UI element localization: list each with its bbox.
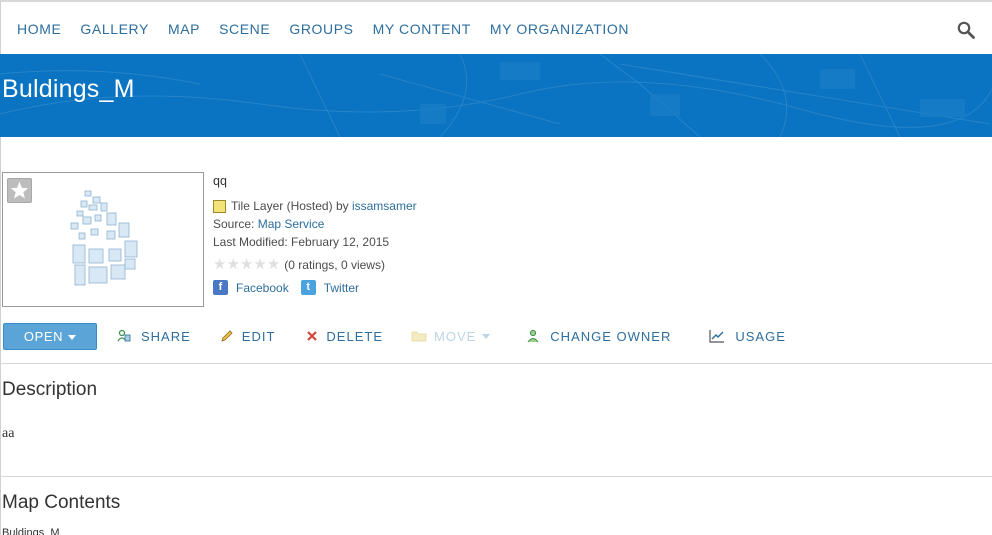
share-button[interactable]: SHARE — [117, 329, 191, 344]
nav-map[interactable]: MAP — [168, 21, 200, 37]
rating-star-icon[interactable]: ★ — [267, 257, 280, 272]
delete-button[interactable]: DELETE — [305, 329, 383, 344]
move-label: MOVE — [434, 328, 477, 344]
facebook-icon: f — [213, 280, 228, 295]
item-details: qq Tile Layer (Hosted) by issamsamer Sou… — [213, 174, 417, 295]
divider — [0, 363, 992, 364]
nav-my-content[interactable]: MY CONTENT — [373, 21, 471, 37]
edit-button[interactable]: EDIT — [220, 329, 276, 344]
nav-groups[interactable]: GROUPS — [289, 21, 353, 37]
user-swap-icon — [527, 329, 539, 343]
close-icon — [307, 331, 318, 341]
rating-star-icon[interactable]: ★ — [213, 257, 226, 272]
search-icon[interactable] — [957, 21, 975, 39]
ratings-row: ★ ★ ★ ★ ★ (0 ratings, 0 views) — [213, 256, 417, 274]
pencil-icon — [221, 330, 233, 342]
twitter-link[interactable]: t Twitter — [300, 280, 359, 295]
open-button[interactable]: OPEN — [3, 322, 97, 350]
folder-icon — [411, 331, 427, 342]
usage-label: USAGE — [735, 328, 786, 344]
facebook-link[interactable]: f Facebook — [213, 280, 289, 295]
map-contents-layer: Buldings_M — [2, 527, 60, 535]
owner-link[interactable]: issamsamer — [352, 199, 417, 213]
share-icon — [117, 329, 131, 342]
usage-chart-icon — [709, 330, 725, 343]
chevron-down-icon — [482, 333, 491, 339]
banner-map-pattern — [0, 54, 992, 137]
nav-my-organization[interactable]: MY ORGANIZATION — [490, 21, 629, 37]
page-title: Buldings_M — [2, 75, 135, 103]
nav-gallery[interactable]: GALLERY — [80, 21, 149, 37]
facebook-label[interactable]: Facebook — [236, 281, 289, 295]
change-owner-button[interactable]: CHANGE OWNER — [526, 329, 671, 344]
rating-star-icon[interactable]: ★ — [253, 257, 266, 272]
source-row: Source: Map Service — [213, 215, 417, 233]
usage-button[interactable]: USAGE — [709, 329, 786, 344]
item-snippet: qq — [213, 174, 227, 188]
ratings-views: (0 ratings, 0 views) — [284, 258, 385, 272]
source-link[interactable]: Map Service — [258, 217, 325, 231]
share-links: f Facebook t Twitter — [213, 280, 417, 295]
twitter-label[interactable]: Twitter — [324, 281, 359, 295]
move-button[interactable]: MOVE — [411, 328, 491, 344]
rating-stars[interactable]: ★ ★ ★ ★ ★ — [213, 257, 280, 272]
buildings-map-thumbnail — [70, 190, 138, 286]
twitter-icon: t — [300, 280, 316, 295]
source-label: Source: — [213, 217, 255, 231]
item-action-bar: OPEN SHARE EDIT DELETE MOVE CHANGE OWNER… — [3, 322, 786, 350]
nav-scene[interactable]: SCENE — [219, 21, 270, 37]
delete-label: DELETE — [326, 328, 383, 344]
change-owner-label: CHANGE OWNER — [550, 328, 672, 344]
last-modified: Last Modified: February 12, 2015 — [213, 235, 390, 249]
description-text: aa — [2, 426, 15, 441]
chevron-down-icon — [68, 334, 77, 340]
rating-star-icon[interactable]: ★ — [240, 257, 253, 272]
favorite-star-icon[interactable] — [7, 178, 32, 203]
map-contents-heading: Map Contents — [2, 492, 121, 513]
edit-label: EDIT — [241, 328, 276, 344]
item-banner: Buldings_M — [0, 54, 992, 137]
share-label: SHARE — [141, 328, 191, 344]
item-type: Tile Layer (Hosted) — [231, 199, 333, 213]
description-heading: Description — [2, 379, 98, 400]
item-thumbnail[interactable] — [2, 172, 204, 307]
item-type-row: Tile Layer (Hosted) by issamsamer — [213, 197, 417, 215]
top-navigation: HOME GALLERY MAP SCENE GROUPS MY CONTENT… — [0, 0, 992, 54]
tile-layer-icon — [213, 199, 226, 213]
by-label: by — [335, 199, 349, 213]
rating-star-icon[interactable]: ★ — [226, 257, 239, 272]
nav-links: HOME GALLERY MAP SCENE GROUPS MY CONTENT… — [17, 21, 648, 37]
open-label: OPEN — [23, 328, 64, 344]
nav-home[interactable]: HOME — [17, 21, 61, 37]
divider — [0, 476, 992, 477]
